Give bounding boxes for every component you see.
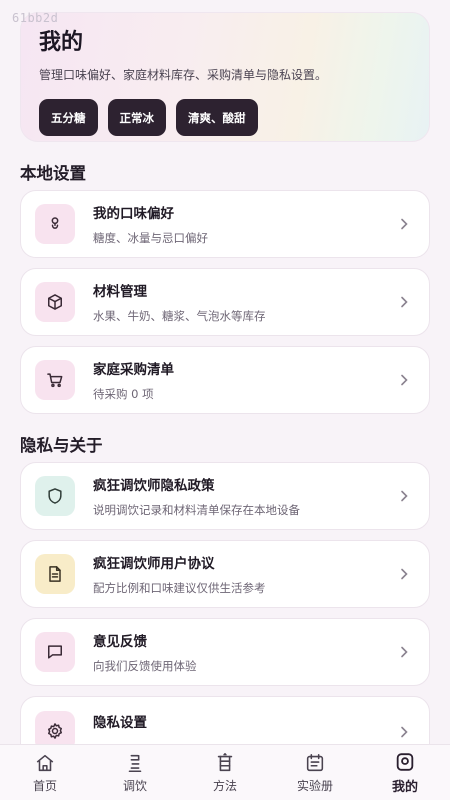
item-title: 我的口味偏好 bbox=[93, 206, 174, 222]
tab-method[interactable]: 方法 bbox=[180, 745, 270, 800]
item-subtitle: 配方比例和口味建议仅供生活参考 bbox=[93, 581, 266, 595]
cart-icon bbox=[35, 360, 75, 400]
box-icon bbox=[35, 282, 75, 322]
chevron-right-icon bbox=[401, 218, 408, 230]
privacy-policy-item[interactable]: 疯狂调饮师隐私政策 说明调饮记录和材料清单保存在本地设备 bbox=[20, 462, 430, 530]
section-title-local: 本地设置 bbox=[20, 164, 86, 183]
mix-icon bbox=[128, 754, 142, 772]
chevron-right-icon bbox=[401, 568, 408, 580]
tab-label: 调饮 bbox=[122, 778, 147, 793]
document-icon bbox=[35, 554, 75, 594]
privacy-settings-item[interactable]: 隐私设置 bbox=[20, 696, 430, 744]
tab-label: 首页 bbox=[32, 778, 57, 793]
profile-header-card: 我的 管理口味偏好、家庭材料库存、采购清单与隐私设置。 五分糖 正常冰 清爽、酸… bbox=[20, 12, 430, 142]
item-title: 家庭采购清单 bbox=[93, 362, 174, 378]
item-subtitle: 说明调饮记录和材料清单保存在本地设备 bbox=[93, 503, 300, 517]
item-subtitle: 待采购 0 项 bbox=[93, 387, 154, 401]
item-title: 疯狂调饮师隐私政策 bbox=[93, 478, 215, 494]
item-title: 材料管理 bbox=[93, 284, 147, 300]
tab-label: 方法 bbox=[212, 778, 237, 793]
flavor-chip[interactable]: 清爽、酸甜 bbox=[176, 99, 258, 136]
page-subtitle: 管理口味偏好、家庭材料库存、采购清单与隐私设置。 bbox=[39, 68, 328, 82]
taste-preference-item[interactable]: 我的口味偏好 糖度、冰量与忌口偏好 bbox=[20, 190, 430, 258]
notebook-icon bbox=[306, 753, 324, 771]
shopping-list-item[interactable]: 家庭采购清单 待采购 0 项 bbox=[20, 346, 430, 414]
gear-icon bbox=[35, 711, 75, 744]
feedback-item[interactable]: 意见反馈 向我们反馈使用体验 bbox=[20, 618, 430, 686]
home-icon bbox=[36, 754, 54, 771]
watermark-text: 61bb2d bbox=[12, 11, 59, 25]
taste-icon bbox=[35, 204, 75, 244]
page-title: 我的 bbox=[39, 30, 84, 55]
ice-chip[interactable]: 正常冰 bbox=[107, 99, 166, 136]
item-subtitle: 向我们反馈使用体验 bbox=[93, 659, 197, 673]
user-agreement-item[interactable]: 疯狂调饮师用户协议 配方比例和口味建议仅供生活参考 bbox=[20, 540, 430, 608]
chevron-right-icon bbox=[401, 296, 408, 308]
item-title: 疯狂调饮师用户协议 bbox=[93, 556, 215, 572]
item-subtitle: 糖度、冰量与忌口偏好 bbox=[93, 231, 208, 245]
materials-item[interactable]: 材料管理 水果、牛奶、糖浆、气泡水等库存 bbox=[20, 268, 430, 336]
chevron-right-icon bbox=[401, 490, 408, 502]
tab-home[interactable]: 首页 bbox=[0, 745, 90, 800]
chevron-right-icon bbox=[401, 646, 408, 658]
message-icon bbox=[35, 632, 75, 672]
method-icon bbox=[217, 752, 233, 771]
tab-label: 我的 bbox=[391, 779, 418, 795]
item-title: 意见反馈 bbox=[93, 634, 147, 650]
profile-icon bbox=[396, 752, 414, 771]
preference-chips: 五分糖 正常冰 清爽、酸甜 bbox=[39, 99, 411, 136]
chevron-right-icon bbox=[401, 726, 408, 738]
tab-mix[interactable]: 调饮 bbox=[90, 745, 180, 800]
shield-icon bbox=[35, 476, 75, 516]
item-subtitle: 水果、牛奶、糖浆、气泡水等库存 bbox=[93, 309, 266, 323]
scroll-area[interactable]: 我的 管理口味偏好、家庭材料库存、采购清单与隐私设置。 五分糖 正常冰 清爽、酸… bbox=[0, 0, 450, 744]
chevron-right-icon bbox=[401, 374, 408, 386]
sugar-chip[interactable]: 五分糖 bbox=[39, 99, 98, 136]
tab-notebook[interactable]: 实验册 bbox=[270, 745, 360, 800]
item-title: 隐私设置 bbox=[93, 715, 147, 731]
section-title-privacy: 隐私与关于 bbox=[20, 436, 103, 455]
bottom-tab-bar: 首页 调饮 方法 实验册 我的 bbox=[0, 744, 450, 800]
tab-label: 实验册 bbox=[296, 778, 333, 793]
tab-profile[interactable]: 我的 bbox=[360, 745, 450, 800]
